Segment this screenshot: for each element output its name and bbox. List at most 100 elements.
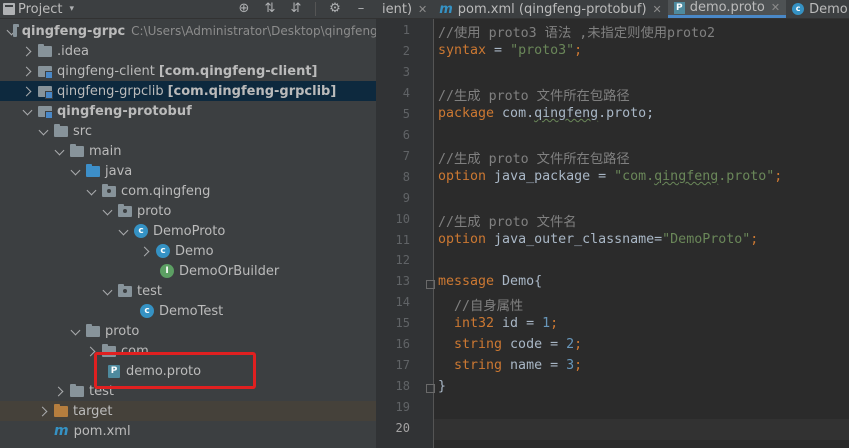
line-number: 11	[395, 232, 410, 247]
tree-item-idea[interactable]: .idea	[0, 41, 376, 61]
chevron-down-icon[interactable]	[22, 105, 34, 117]
chevron-down-icon[interactable]	[70, 165, 82, 177]
chevron-down-icon[interactable]	[118, 225, 130, 237]
tree-item-test-package[interactable]: test	[0, 281, 376, 301]
fold-marker-icon[interactable]	[426, 280, 435, 289]
excluded-folder-icon	[54, 403, 68, 417]
chevron-down-icon[interactable]	[38, 125, 50, 137]
line-number: 14	[395, 295, 410, 310]
current-line-highlight	[434, 419, 849, 440]
gear-icon[interactable]: ⚙	[328, 2, 342, 16]
tree-item-qingfeng-protobuf[interactable]: qingfeng-protobuf	[0, 101, 376, 121]
chevron-right-icon[interactable]	[22, 65, 34, 77]
tree-label: test	[137, 283, 162, 299]
project-toolbar: ⊕ ⇅ ⇵ ⚙ –	[237, 0, 376, 18]
close-icon[interactable]: ✕	[418, 3, 427, 16]
code-line-2: syntax = "proto3";	[438, 43, 583, 58]
toolbar-divider	[315, 2, 316, 16]
line-number: 20	[395, 421, 410, 436]
tree-item-demoorbuilder[interactable]: I DemoOrBuilder	[0, 261, 376, 281]
chevron-down-icon[interactable]	[70, 325, 82, 337]
line-number: 12	[395, 253, 410, 268]
package-icon	[118, 283, 132, 297]
fold-marker-icon[interactable]	[426, 384, 435, 393]
tree-label: .idea	[57, 43, 89, 59]
locate-file-icon[interactable]: ⊕	[237, 2, 251, 16]
tab-demo-proto[interactable]: P demo.proto ✕	[667, 0, 787, 18]
tree-item-target[interactable]: target	[0, 401, 376, 421]
chevron-down-icon[interactable]	[54, 145, 66, 157]
tree-label: main	[89, 143, 122, 159]
tree-item-proto-folder[interactable]: proto	[0, 321, 376, 341]
folder-icon	[54, 123, 68, 137]
code-line-10: //生成 proto 文件名	[438, 215, 577, 230]
tab-label: demo.proto	[689, 0, 765, 15]
tab-label: ient)	[382, 1, 413, 17]
line-number: 7	[402, 148, 410, 163]
class-icon: c	[134, 224, 148, 238]
tab-pom-xml[interactable]: m pom.xml (qingfeng-protobuf) ✕	[433, 0, 668, 18]
chevron-down-icon[interactable]	[102, 285, 114, 297]
chevron-down-icon[interactable]	[102, 205, 114, 217]
code-line-8: option java_package = "com.qingfeng.prot…	[438, 169, 783, 184]
chevron-down-icon[interactable]	[86, 185, 98, 197]
line-number: 18	[395, 379, 410, 394]
tab-demoproto[interactable]: c DemoPro	[786, 0, 849, 18]
chevron-right-icon[interactable]	[38, 405, 50, 417]
folder-icon	[38, 43, 52, 57]
tree-item-com-qingfeng[interactable]: com.qingfeng	[0, 181, 376, 201]
tree-item-proto-package[interactable]: proto	[0, 201, 376, 221]
tree-item-demotest[interactable]: c DemoTest	[0, 301, 376, 321]
tree-item-java[interactable]: java	[0, 161, 376, 181]
tree-label: qingfeng-grpclib	[57, 83, 164, 99]
interface-icon: I	[160, 264, 174, 278]
code-line-17: string name = 3;	[438, 358, 583, 373]
package-icon	[118, 203, 132, 217]
close-icon[interactable]: ✕	[653, 3, 662, 16]
module-folder-icon	[38, 85, 53, 99]
tree-item-qingfeng-grpc[interactable]: qingfeng-grpc C:\Users\Administrator\Des…	[0, 21, 376, 41]
line-number: 8	[402, 169, 410, 184]
tree-label: proto	[105, 323, 140, 339]
tree-label: Demo	[175, 243, 214, 259]
line-number: 5	[402, 106, 410, 121]
line-number: 1	[402, 23, 410, 37]
collapse-all-icon[interactable]: ⇵	[289, 2, 303, 16]
expand-all-icon[interactable]: ⇅	[263, 2, 277, 16]
tree-label: qingfeng-client	[57, 63, 155, 79]
class-icon: c	[156, 244, 170, 258]
tree-item-main[interactable]: main	[0, 141, 376, 161]
hide-panel-icon[interactable]: –	[354, 2, 368, 16]
tree-label: qingfeng-grpc	[21, 23, 126, 39]
line-number: 16	[395, 337, 410, 352]
line-number: 10	[395, 211, 410, 226]
chevron-right-icon[interactable]	[22, 85, 34, 97]
tree-item-demoproto[interactable]: c DemoProto	[0, 221, 376, 241]
code-line-1: //使用 proto3 语法 ,未指定则使用proto2	[438, 26, 716, 41]
tree-item-demo[interactable]: c Demo	[0, 241, 376, 261]
maven-file-icon: m	[439, 1, 453, 17]
chevron-right-icon[interactable]	[54, 385, 66, 397]
chevron-down-icon[interactable]	[6, 25, 9, 37]
folder-icon	[70, 383, 84, 397]
code-line-16: string code = 2;	[438, 337, 583, 352]
tree-label: target	[73, 403, 113, 419]
tree-item-qingfeng-grpclib[interactable]: qingfeng-grpclib [com.qingfeng-grpclib]	[0, 81, 376, 101]
tab-client[interactable]: ient) ✕	[376, 0, 433, 18]
dropdown-arrow-icon: ▾	[69, 4, 75, 14]
chevron-right-icon[interactable]	[140, 245, 152, 257]
project-path: C:\Users\Administrator\Desktop\qingfeng-	[131, 24, 376, 38]
close-icon[interactable]: ✕	[771, 1, 780, 14]
tree-item-pom-xml[interactable]: m pom.xml	[0, 421, 376, 441]
module-name: [com.qingfeng-grpclib]	[167, 83, 337, 99]
package-icon	[102, 183, 116, 197]
tree-label: java	[105, 163, 133, 179]
class-icon: c	[792, 3, 805, 15]
editor-tabs: ient) ✕ m pom.xml (qingfeng-protobuf) ✕ …	[376, 0, 849, 19]
tree-item-qingfeng-client[interactable]: qingfeng-client [com.qingfeng-client]	[0, 61, 376, 81]
tree-item-src[interactable]: src	[0, 121, 376, 141]
project-view-selector[interactable]: Project ▾	[3, 2, 74, 17]
project-panel-header: Project ▾ ⊕ ⇅ ⇵ ⚙ –	[0, 0, 376, 19]
line-number: 15	[395, 316, 410, 331]
chevron-right-icon[interactable]	[22, 45, 34, 57]
